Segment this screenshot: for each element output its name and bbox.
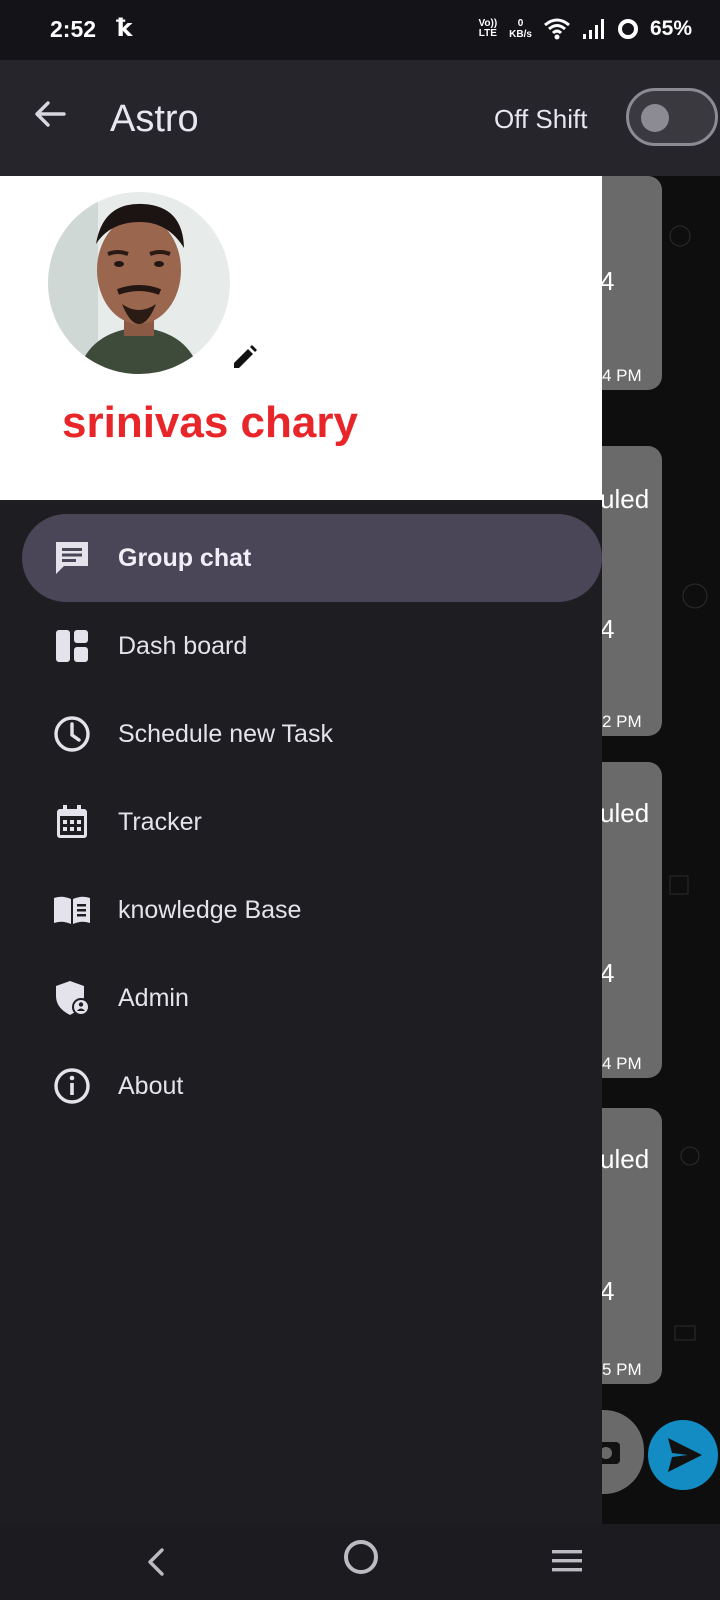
chat-bubble: 4 4 PM bbox=[600, 176, 662, 390]
menu-item-admin[interactable]: Admin bbox=[22, 954, 602, 1042]
status-time: 2:52 bbox=[50, 16, 97, 42]
volte-indicator: Vo)) LTE bbox=[478, 18, 498, 39]
system-nav-bar bbox=[0, 1524, 720, 1600]
menu-item-schedule-task[interactable]: Schedule new Task bbox=[22, 690, 602, 778]
battery-percent: 65% bbox=[649, 17, 692, 40]
back-arrow-icon[interactable] bbox=[30, 94, 70, 134]
toggle-knob bbox=[641, 104, 669, 132]
shift-toggle[interactable] bbox=[626, 88, 718, 146]
menu-item-label: knowledge Base bbox=[118, 896, 302, 924]
menu-item-group-chat[interactable]: Group chat bbox=[22, 514, 602, 602]
drawer-menu: Group chat Dash board Schedule new Task bbox=[0, 514, 602, 1130]
menu-item-label: About bbox=[118, 1072, 184, 1100]
book-icon bbox=[54, 896, 90, 924]
menu-item-knowledge-base[interactable]: knowledge Base bbox=[22, 866, 602, 954]
dashboard-icon bbox=[56, 630, 88, 662]
clock-icon bbox=[54, 716, 90, 752]
chat-bubble: uled 4 4 PM bbox=[600, 762, 662, 1078]
carrier-icon: ꝁ bbox=[116, 15, 133, 42]
menu-item-about[interactable]: About bbox=[22, 1042, 602, 1130]
navigation-drawer: srinivas chary Group chat Dash board Sch… bbox=[0, 176, 602, 1524]
wifi-icon bbox=[544, 18, 570, 40]
system-back-icon[interactable] bbox=[138, 1542, 178, 1582]
avatar-photo bbox=[48, 192, 230, 374]
battery-ring-icon bbox=[617, 19, 638, 39]
app-title: Astro bbox=[110, 98, 199, 140]
drawer-header: srinivas chary bbox=[0, 176, 602, 500]
menu-item-label: Group chat bbox=[118, 544, 252, 572]
menu-item-label: Dash board bbox=[118, 632, 248, 660]
edit-pencil-icon[interactable] bbox=[230, 344, 258, 372]
info-icon bbox=[54, 1068, 90, 1104]
signal-icon bbox=[582, 19, 604, 39]
app-bar: Astro Off Shift bbox=[0, 60, 720, 176]
network-speed: 0 KB/s bbox=[509, 18, 532, 40]
menu-item-label: Tracker bbox=[118, 808, 202, 836]
send-button[interactable] bbox=[648, 1420, 718, 1490]
menu-item-label: Admin bbox=[118, 984, 189, 1012]
chat-icon bbox=[56, 542, 88, 574]
chat-bubble: uled 4 5 PM bbox=[600, 1108, 662, 1384]
menu-item-label: Schedule new Task bbox=[118, 720, 333, 748]
admin-shield-icon bbox=[56, 981, 90, 1016]
calendar-icon bbox=[57, 805, 87, 838]
shift-label: Off Shift bbox=[494, 104, 588, 134]
chat-bubble: uled 4 2 PM bbox=[600, 446, 662, 736]
status-bar: 2:52 ꝁ Vo)) LTE 0 KB/s 65% bbox=[0, 0, 720, 60]
system-recents-icon[interactable] bbox=[550, 1546, 584, 1576]
send-icon bbox=[668, 1438, 702, 1472]
system-home-icon[interactable] bbox=[344, 1540, 378, 1574]
avatar[interactable] bbox=[48, 192, 230, 374]
menu-item-tracker[interactable]: Tracker bbox=[22, 778, 602, 866]
camera-icon bbox=[600, 1442, 620, 1464]
menu-item-dashboard[interactable]: Dash board bbox=[22, 602, 602, 690]
chat-background: 4 4 PM uled 4 2 PM uled 4 4 PM uled 4 5 … bbox=[600, 176, 720, 1524]
user-name: srinivas chary bbox=[62, 398, 358, 447]
